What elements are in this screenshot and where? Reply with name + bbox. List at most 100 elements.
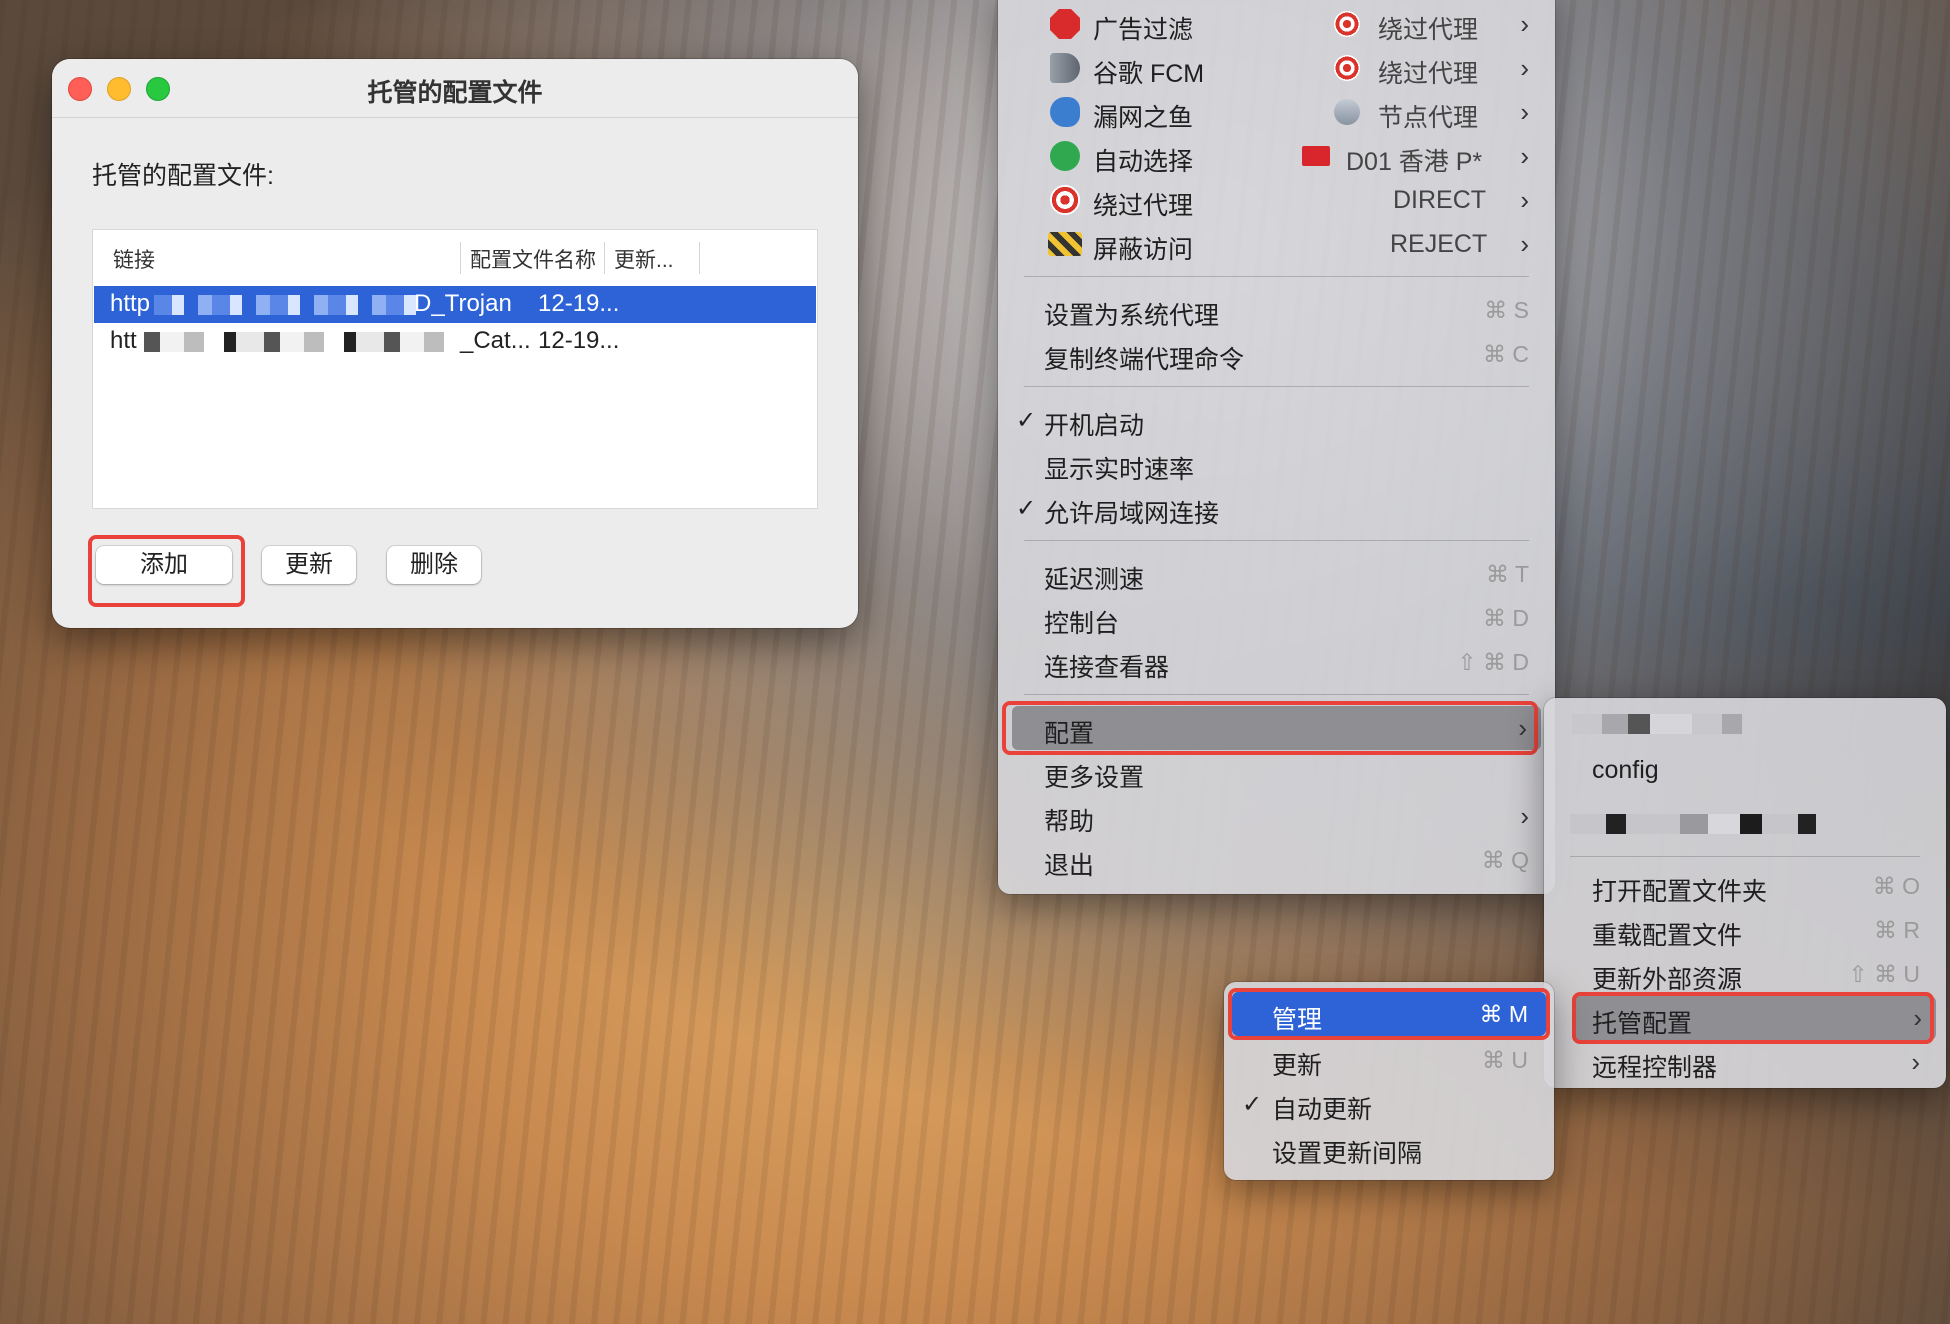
- name-cell: _Cat...: [460, 327, 531, 354]
- selected-proxy: 绕过代理: [1378, 16, 1479, 44]
- menu-item-quit[interactable]: 退出 ⌘ Q: [998, 838, 1555, 882]
- menu-item-copy-terminal-command[interactable]: 复制终端代理命令 ⌘ C: [998, 332, 1555, 376]
- menu-item-label: 远程控制器: [1592, 1054, 1718, 1082]
- menu-item-proxy-group[interactable]: 漏网之鱼 节点代理 ›: [998, 90, 1555, 134]
- redacted-config: [1570, 814, 1816, 834]
- menu-item-dashboard[interactable]: 控制台 ⌘ D: [998, 596, 1555, 640]
- menu-item-help[interactable]: 帮助 ›: [998, 794, 1555, 838]
- menu-item-label: 更多设置: [1044, 764, 1145, 792]
- menu-item-remote-controller[interactable]: 远程控制器 ›: [1544, 1040, 1946, 1084]
- window-title: 托管的配置文件: [367, 79, 543, 107]
- shortcut-label: ⌘ Q: [1481, 847, 1529, 873]
- update-button[interactable]: 更新: [262, 546, 356, 584]
- menu-item-auto-update[interactable]: ✓ 自动更新: [1224, 1082, 1554, 1126]
- menu-item-label: config: [1592, 756, 1659, 784]
- menu-item-label: 设置为系统代理: [1044, 302, 1220, 330]
- menu-item-launch-at-login[interactable]: ✓ 开机启动: [998, 398, 1555, 442]
- menu-item-label: 延迟测速: [1044, 566, 1145, 594]
- menu-item-update-interval[interactable]: 设置更新间隔: [1224, 1126, 1554, 1170]
- fish-icon: [1050, 97, 1080, 127]
- target-icon: [1334, 11, 1360, 37]
- table-header: 链接 配置文件名称 更新...: [93, 230, 817, 286]
- updated-cell: 12-19...: [538, 290, 620, 317]
- config-table: 链接 配置文件名称 更新... http D_Trojan 12-19... h…: [92, 229, 818, 509]
- menu-item-proxy-group[interactable]: 绕过代理 DIRECT ›: [998, 178, 1555, 222]
- selected-proxy: DIRECT: [1393, 186, 1487, 214]
- menu-item-label: 重载配置文件: [1592, 922, 1743, 950]
- menu-item-label: 复制终端代理命令: [1044, 346, 1245, 374]
- column-divider: [604, 242, 605, 274]
- selected-proxy: 绕过代理: [1378, 60, 1479, 88]
- menu-separator: [1024, 540, 1529, 541]
- menu-item-label: 更新外部资源: [1592, 966, 1743, 994]
- managed-config-submenu: 管理 ⌘ M 更新 ⌘ U ✓ 自动更新 设置更新间隔: [1224, 982, 1554, 1180]
- chevron-right-icon: ›: [1520, 53, 1529, 83]
- link-cell: http: [110, 290, 151, 317]
- menu-item-open-config-folder[interactable]: 打开配置文件夹 ⌘ O: [1544, 864, 1946, 908]
- table-row[interactable]: htt _Cat... 12-19...: [94, 323, 816, 360]
- hk-flag-icon: [1302, 146, 1330, 166]
- delete-button[interactable]: 删除: [387, 546, 481, 584]
- shortcut-label: ⌘ R: [1874, 917, 1920, 943]
- menu-item-label: 广告过滤: [1093, 16, 1194, 44]
- menu-item-latency-test[interactable]: 延迟测速 ⌘ T: [998, 552, 1555, 596]
- menu-item-label: 显示实时速率: [1044, 456, 1195, 484]
- menu-item-reload-config[interactable]: 重载配置文件 ⌘ R: [1544, 908, 1946, 952]
- redacted-config: [1572, 714, 1742, 734]
- shortcut-label: ⌘ S: [1484, 297, 1529, 323]
- selected-proxy: 节点代理: [1378, 104, 1479, 132]
- menu-item-label: 打开配置文件夹: [1592, 878, 1768, 906]
- column-header-name[interactable]: 配置文件名称: [470, 244, 596, 274]
- annotation-highlight: [88, 535, 245, 607]
- menu-item-show-speed[interactable]: 显示实时速率: [998, 442, 1555, 486]
- chevron-right-icon: ›: [1520, 801, 1529, 831]
- shortcut-label: ⌘ O: [1872, 873, 1920, 899]
- shortcut-label: ⌘ U: [1482, 1047, 1528, 1073]
- selected-proxy: D01 香港 P*: [1346, 148, 1483, 176]
- menu-item-allow-lan[interactable]: ✓ 允许局域网连接: [998, 486, 1555, 530]
- table-row[interactable]: http D_Trojan 12-19...: [94, 286, 816, 323]
- menu-separator: [1570, 856, 1920, 857]
- shortcut-label: ⌘ T: [1485, 561, 1529, 587]
- chevron-right-icon: ›: [1520, 97, 1529, 127]
- section-label: 托管的配置文件:: [92, 162, 274, 190]
- checkmark-icon: ✓: [1016, 495, 1037, 522]
- menu-item-label: 漏网之鱼: [1093, 104, 1194, 132]
- shortcut-label: ⌘ D: [1483, 605, 1529, 631]
- menu-separator: [1024, 276, 1529, 277]
- menu-item-update[interactable]: 更新 ⌘ U: [1224, 1038, 1554, 1082]
- megaphone-icon: [1050, 53, 1080, 83]
- rocket-icon: [1328, 93, 1366, 131]
- updated-cell: 12-19...: [538, 327, 620, 354]
- annotation-highlight: [1228, 988, 1550, 1040]
- main-menu: 广告过滤 绕过代理 › 谷歌 FCM 绕过代理 › 漏网之鱼 节点代理 › 自动…: [998, 0, 1555, 894]
- menu-item-connection-viewer[interactable]: 连接查看器 ⇧ ⌘ D: [998, 640, 1555, 684]
- menu-item-proxy-group[interactable]: 谷歌 FCM 绕过代理 ›: [998, 46, 1555, 90]
- link-cell: htt: [110, 327, 137, 354]
- redacted-link: [154, 295, 424, 315]
- menu-item-update-external-resources[interactable]: 更新外部资源 ⇧ ⌘ U: [1544, 952, 1946, 996]
- column-header-updated[interactable]: 更新...: [614, 244, 674, 274]
- recycle-icon: [1050, 141, 1080, 171]
- menu-item-label: 控制台: [1044, 610, 1120, 638]
- menu-item-config-file[interactable]: config: [1544, 748, 1946, 792]
- shortcut-label: ⇧ ⌘ U: [1848, 961, 1920, 987]
- shortcut-label: ⌘ C: [1483, 341, 1529, 367]
- menu-item-proxy-group[interactable]: 自动选择 D01 香港 P* ›: [998, 134, 1555, 178]
- menu-item-proxy-group[interactable]: 屏蔽访问 REJECT ›: [998, 222, 1555, 266]
- selected-proxy: REJECT: [1390, 230, 1488, 258]
- column-header-link[interactable]: 链接: [113, 244, 155, 274]
- menu-item-label: 自动更新: [1272, 1096, 1373, 1124]
- config-submenu: config 打开配置文件夹 ⌘ O 重载配置文件 ⌘ R 更新外部资源 ⇧ ⌘…: [1544, 698, 1946, 1088]
- menu-item-label: 退出: [1044, 852, 1095, 880]
- title-bar: 托管的配置文件: [52, 59, 858, 118]
- redacted-link: [144, 332, 454, 352]
- menu-item-label: 自动选择: [1093, 148, 1194, 176]
- menu-item-more-settings[interactable]: 更多设置: [998, 750, 1555, 794]
- menu-separator: [1024, 694, 1529, 695]
- menu-item-system-proxy[interactable]: 设置为系统代理 ⌘ S: [998, 288, 1555, 332]
- menu-item-proxy-group[interactable]: 广告过滤 绕过代理 ›: [998, 2, 1555, 46]
- menu-item-label: 绕过代理: [1093, 192, 1194, 220]
- chevron-right-icon: ›: [1520, 141, 1529, 171]
- shortcut-label: ⇧ ⌘ D: [1457, 649, 1529, 675]
